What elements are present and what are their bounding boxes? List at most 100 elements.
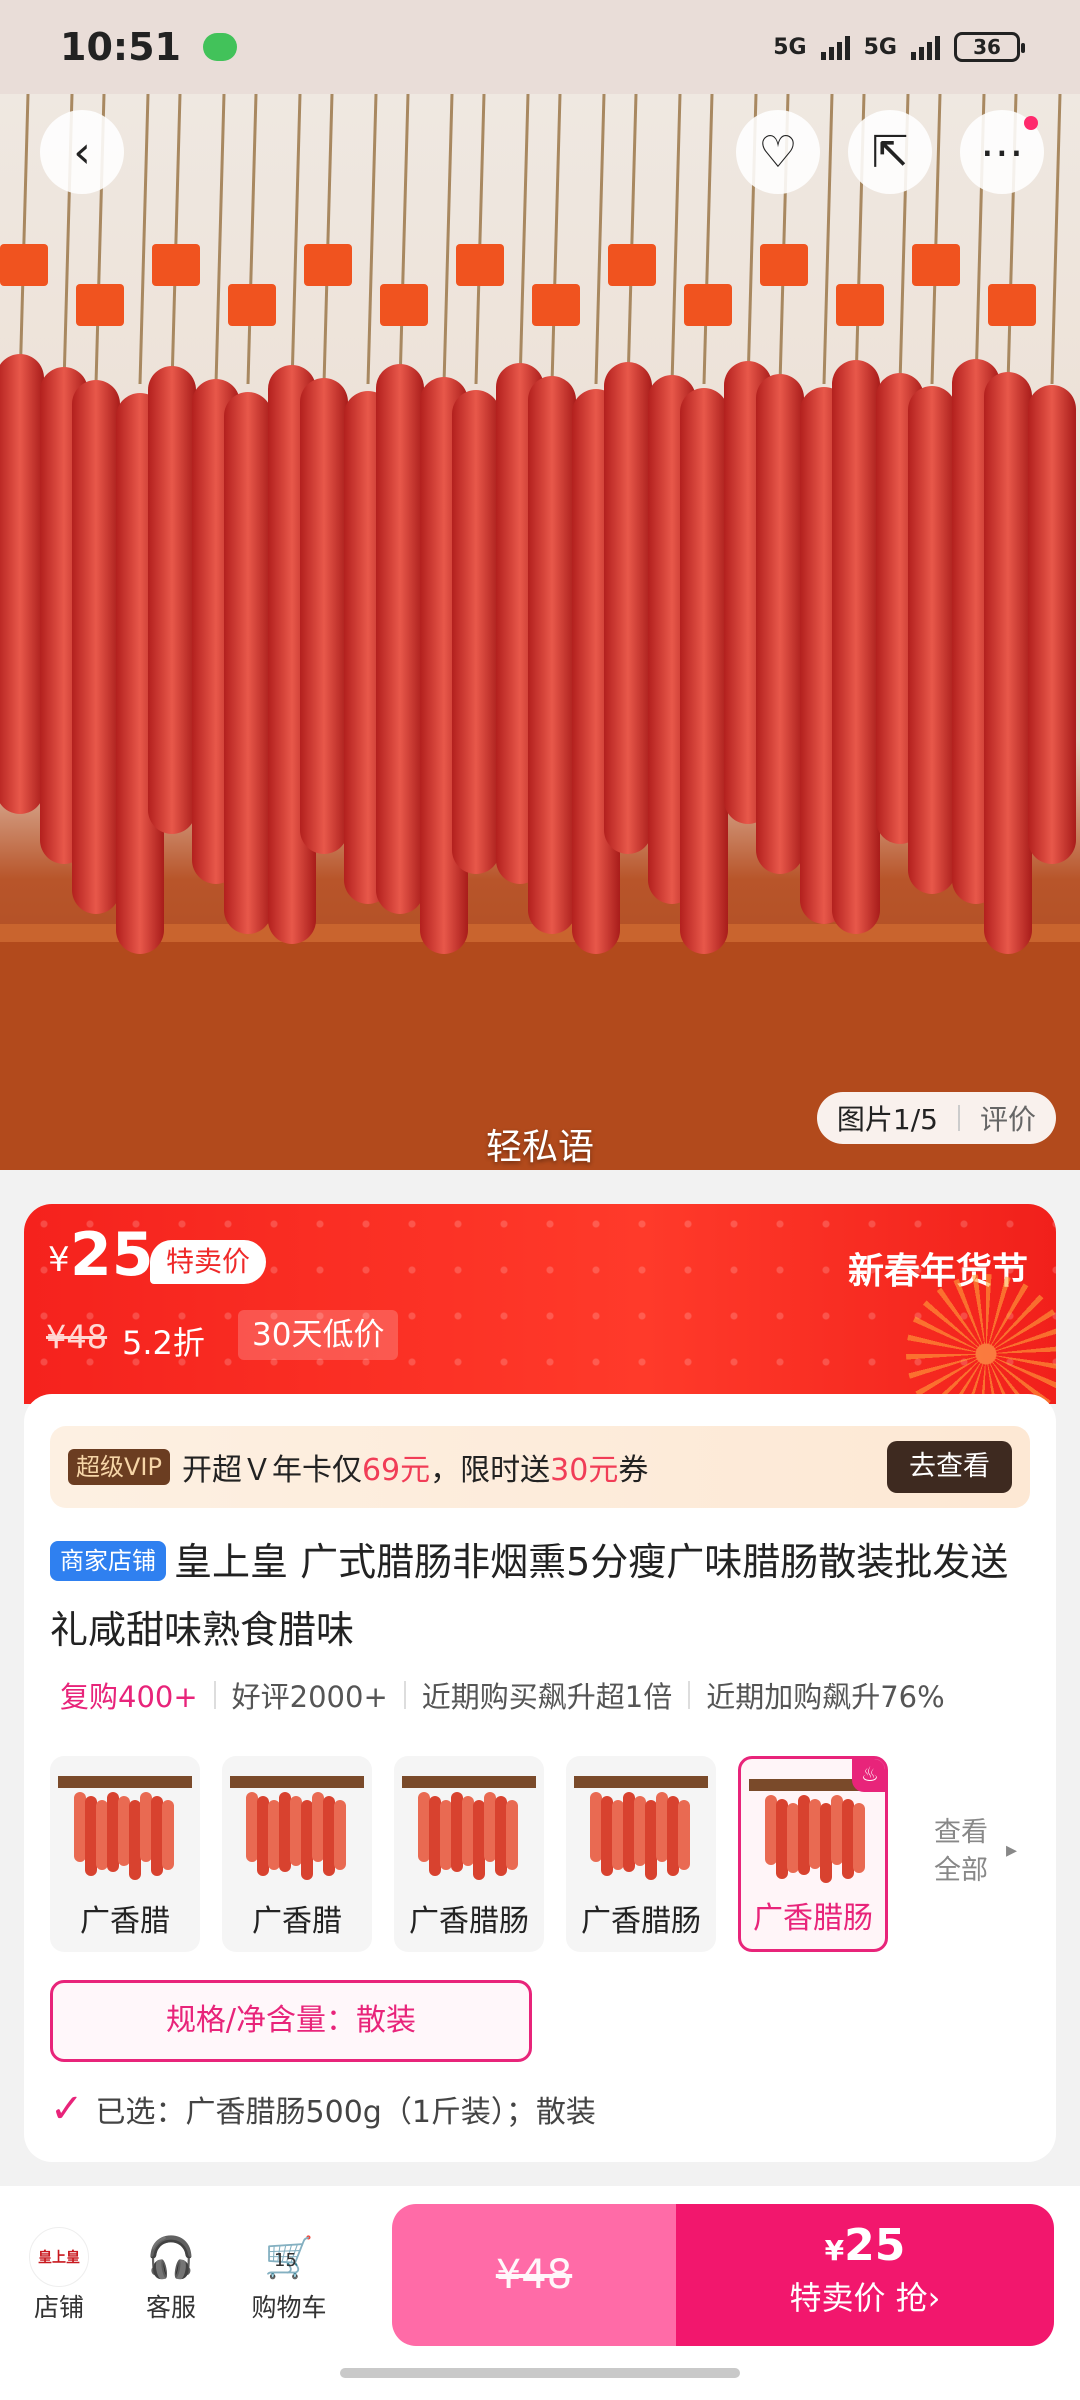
- variant-label: 广香腊肠: [753, 1901, 873, 1936]
- customer-service-button[interactable]: 🎧 客服: [126, 2226, 216, 2324]
- sausage-shape: [72, 380, 120, 914]
- variant-option-3[interactable]: 广香腊肠: [394, 1756, 544, 1952]
- sausage-shape: [148, 366, 196, 834]
- vip-price-2: 30元: [550, 1453, 619, 1488]
- shop-label: 店铺: [33, 2293, 84, 2322]
- wechat-notification-icon: [202, 33, 237, 61]
- see-all-line-2: 全部: [934, 1855, 988, 1886]
- status-indicators: 5G 5G 36: [773, 32, 1025, 62]
- variant-thumbnail: [58, 1776, 192, 1880]
- chevron-right-icon: ▸: [1006, 1838, 1018, 1863]
- product-title-text: 皇上皇 广式腊肠非烟熏5分瘦广味腊肠散装批发送礼咸甜味熟食腊味: [50, 1540, 1009, 1652]
- original-price: ¥48: [46, 1318, 108, 1356]
- see-all-variants-link[interactable]: 查看 全部 ▸: [934, 1814, 1018, 1890]
- buy-special-label: 特卖价 抢›: [789, 2279, 941, 2317]
- low-price-badge: 30天低价: [238, 1310, 399, 1360]
- variant-option-2[interactable]: 广香腊: [222, 1756, 372, 1952]
- selected-summary: ✓ 已选：广香腊肠500g（1斤装）；散装: [50, 2086, 596, 2132]
- sausage-shape: [984, 372, 1032, 954]
- variant-option-5-selected[interactable]: 广香腊肠 ♨: [738, 1756, 888, 1952]
- cart-label: 购物车: [251, 2293, 327, 2322]
- notification-dot: [1024, 116, 1038, 130]
- sausage-shape: [604, 362, 652, 854]
- more-icon: ⋯: [980, 126, 1024, 178]
- sausage-shape: [0, 354, 44, 814]
- sausage-shape: [680, 388, 728, 954]
- variant-label: 广香腊: [80, 1904, 170, 1939]
- product-image-gallery[interactable]: ‹ ♡ ⇱ ⋯ 轻私语 图片1/5 评价: [0, 94, 1080, 1170]
- vip-view-button[interactable]: 去查看: [887, 1441, 1012, 1493]
- check-icon: ✓: [50, 2086, 84, 2132]
- variant-label: 广香腊肠: [409, 1904, 529, 1939]
- variant-list: 广香腊 广香腊 广香腊肠 广香腊肠 广香腊肠 ♨: [50, 1756, 888, 1952]
- buy-special-currency: ¥: [824, 2234, 845, 2267]
- status-bar: 10:51 5G 5G 36: [0, 0, 1080, 94]
- sausage-shape: [908, 386, 956, 894]
- buy-special-price-button[interactable]: ¥25 特卖价 抢›: [676, 2204, 1054, 2346]
- share-icon: ⇱: [871, 126, 909, 178]
- selected-text: 已选：广香腊肠500g（1斤装）；散装: [95, 2095, 596, 2130]
- cart-button[interactable]: 🛒 15 购物车: [244, 2226, 334, 2324]
- home-indicator: [340, 2368, 740, 2378]
- favorite-button[interactable]: ♡: [736, 110, 820, 194]
- more-button[interactable]: ⋯: [960, 110, 1044, 194]
- buy-original-price-button[interactable]: ¥48: [392, 2204, 676, 2346]
- signal-label-2: 5G: [863, 34, 897, 60]
- back-icon: ‹: [73, 126, 91, 178]
- sausage-shape: [1028, 385, 1076, 864]
- see-all-line-1: 查看: [934, 1817, 988, 1848]
- headset-icon: 🎧: [146, 2234, 196, 2281]
- review-tab[interactable]: 评价: [960, 1098, 1056, 1138]
- special-price-tag: 特卖价: [150, 1240, 267, 1284]
- signal-label-1: 5G: [773, 34, 807, 60]
- share-button[interactable]: ⇱: [848, 110, 932, 194]
- image-counter[interactable]: 图片1/5: [817, 1098, 958, 1138]
- sausage-shape: [756, 374, 804, 874]
- back-button[interactable]: ‹: [40, 110, 124, 194]
- variant-thumbnail: [402, 1776, 536, 1880]
- product-info-card: 超级VIP 开超Ｖ年卡仅69元，限时送30元券 去查看 商家店铺 皇上皇 广式腊肠…: [24, 1394, 1056, 2162]
- vip-badge: 超级VIP: [68, 1449, 170, 1485]
- banner-pattern: [24, 1204, 1056, 1404]
- status-time: 10:51: [60, 25, 181, 69]
- vip-price-1: 69元: [361, 1453, 431, 1488]
- vip-text-before: 开超Ｖ年卡仅: [181, 1453, 362, 1488]
- price-banner: ¥ 25 特卖价 ¥48 5.2折 30天低价 新春年货节: [24, 1204, 1056, 1404]
- stat-good-reviews: 好评2000+: [231, 1680, 388, 1714]
- sausage-shape: [224, 392, 272, 934]
- vip-text-after: 券: [618, 1453, 649, 1488]
- shop-nav-button[interactable]: 皇上皇 店铺: [14, 2226, 104, 2324]
- hot-flame-icon: ♨: [852, 1759, 885, 1792]
- product-detail-screen: 10:51 5G 5G 36 ‹ ♡ ⇱ ⋯ 轻私语 图片1/5 评价 ¥ 25…: [0, 0, 1080, 2400]
- variant-label: 广香腊: [252, 1904, 342, 1939]
- variant-option-4[interactable]: 广香腊肠: [566, 1756, 716, 1952]
- spec-selector-button[interactable]: 规格/净含量：散装: [50, 1980, 532, 2062]
- vip-promo-text: 开超Ｖ年卡仅69元，限时送30元券: [182, 1445, 648, 1489]
- product-title: 商家店铺 皇上皇 广式腊肠非烟熏5分瘦广味腊肠散装批发送礼咸甜味熟食腊味: [50, 1528, 1040, 1664]
- buy-original-price: ¥48: [495, 2252, 573, 2298]
- signal-bars-icon: [820, 34, 850, 60]
- discount-rate: 5.2折: [122, 1324, 205, 1362]
- image-counter-pill: 图片1/5 评价: [816, 1092, 1056, 1144]
- current-price: 25: [70, 1220, 154, 1290]
- variant-thumbnail: [574, 1776, 708, 1880]
- favorite-add-icon: ♡: [758, 126, 798, 178]
- vip-text-middle: ，限时送: [430, 1453, 551, 1488]
- stat-recent-purchase: 近期购买飙升超1倍: [421, 1680, 673, 1714]
- shop-type-tag: 商家店铺: [50, 1541, 166, 1581]
- price-currency: ¥: [48, 1240, 70, 1280]
- sausage-shape: [376, 364, 424, 914]
- product-stats: 复购400+ 好评2000+ 近期购买飙升超1倍 近期加购飙升76%: [50, 1674, 961, 1716]
- battery-level: 36: [973, 35, 1001, 59]
- variant-thumbnail: [230, 1776, 364, 1880]
- shop-logo-icon: 皇上皇: [29, 2227, 89, 2287]
- sausage-shape: [528, 376, 576, 934]
- vip-promo-bar[interactable]: 超级VIP 开超Ｖ年卡仅69元，限时送30元券 去查看: [50, 1426, 1030, 1508]
- service-label: 客服: [145, 2293, 196, 2322]
- stat-repurchase: 复购400+: [60, 1680, 198, 1714]
- cart-icon: 🛒 15: [264, 2234, 314, 2281]
- buy-special-price-value: 25: [844, 2220, 906, 2271]
- sausage-shape: [300, 378, 348, 854]
- variant-option-1[interactable]: 广香腊: [50, 1756, 200, 1952]
- signal-bars-icon-2: [911, 34, 940, 60]
